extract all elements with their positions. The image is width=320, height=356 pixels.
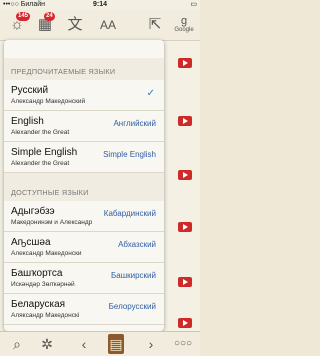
search-button[interactable]: ⌕ — [6, 334, 28, 354]
article-icon: ▤ — [109, 336, 123, 352]
article-title: Alexander the Great — [11, 160, 70, 167]
language-translation: Английский — [113, 119, 156, 128]
status-time: 9:14 — [92, 1, 107, 8]
google-g-icon: g — [180, 15, 188, 27]
language-name: Беларуская — [11, 299, 66, 310]
language-name: Башҡортса — [11, 268, 63, 279]
article-button[interactable]: ▤ — [108, 334, 124, 354]
language-translation: Кабардинский — [103, 209, 156, 218]
article-title: Аляксандр Македонскі — [11, 312, 80, 319]
section-title: ДОСТУПНЫЕ ЯЗЫКИ — [11, 188, 89, 197]
network-icon: ✲ — [41, 336, 53, 352]
more-icon: ○○○ — [173, 338, 193, 349]
language-button[interactable]: 文 — [64, 14, 86, 36]
youtube-icon[interactable] — [178, 277, 192, 287]
language-row[interactable]: Беларуская Аляксандр Македонскі Белорусс… — [4, 294, 164, 325]
language-row[interactable]: Simple English Alexander the Great Simpl… — [4, 142, 164, 173]
chevron-right-icon: › — [148, 336, 154, 352]
share-button[interactable]: ⇱ — [144, 14, 166, 36]
chevron-left-icon: ‹ — [81, 336, 87, 352]
notification-badge: 145 — [16, 12, 31, 21]
language-row[interactable]: Башҡортса Искәндәр Зөлҡәрнәй Башкирский — [4, 263, 164, 294]
font-size-button[interactable]: AA — [96, 14, 120, 36]
google-search-button[interactable]: g Google — [174, 16, 194, 34]
language-translation: Белорусский — [108, 302, 156, 311]
photos-badge: 24 — [44, 12, 55, 21]
battery-icon: ▭ — [190, 1, 197, 8]
search-icon: ⌕ — [13, 336, 21, 352]
article-title: Александр Македонски — [11, 250, 82, 257]
back-button[interactable]: ‹ — [73, 334, 95, 354]
language-name: Адыгэбзэ — [11, 206, 55, 217]
language-row[interactable]: English Alexander the Great Английский — [4, 111, 164, 142]
language-translation: Башкирский — [111, 271, 156, 280]
article-title: Македонинэм и Александр — [11, 219, 93, 226]
article-title: Alexander the Great — [11, 129, 70, 136]
google-label: Google — [174, 27, 194, 33]
article-title: Искәндәр Зөлҡәрнәй — [11, 281, 75, 288]
photos-button[interactable]: ▦ 24 — [34, 12, 56, 36]
top-toolbar: ☼ 145 ▦ 24 文 AA ⇱ g Google — [0, 10, 200, 41]
language-name: Русский — [11, 85, 49, 96]
language-translation: Simple English — [103, 150, 156, 159]
language-row[interactable]: Аҧсшәа Александр Македонски Абхазский — [4, 232, 164, 263]
status-bar: •••○○ Билайн 9:14 ▭ — [0, 0, 200, 10]
language-name: English — [11, 116, 44, 127]
font-size-label: AA — [99, 18, 116, 32]
checkmark-icon: ✓ — [146, 88, 155, 99]
youtube-icon[interactable] — [178, 170, 192, 180]
section-title: ПРЕДПОЧИТАЕМЫЕ ЯЗЫКИ — [11, 67, 116, 76]
language-popover: ПРЕДПОЧИТАЕМЫЕ ЯЗЫКИ Русский Александр М… — [4, 40, 164, 331]
language-row[interactable]: Русский Александр Македонский ✓ — [4, 80, 164, 111]
preferred-section-header: ПРЕДПОЧИТАЕМЫЕ ЯЗЫКИ — [4, 58, 164, 80]
article-title: Александр Македонский — [11, 98, 86, 105]
language-translation: Абхазский — [118, 240, 156, 249]
available-section-header: ДОСТУПНЫЕ ЯЗЫКИ — [4, 173, 164, 201]
youtube-icon[interactable] — [178, 318, 192, 328]
more-button[interactable]: ○○○ — [172, 334, 194, 354]
youtube-icon[interactable] — [178, 58, 192, 68]
language-name: Simple English — [11, 147, 78, 158]
share-icon: ⇱ — [148, 16, 162, 33]
youtube-icon[interactable] — [178, 222, 192, 232]
bottom-tabbar: ⌕ ✲ ‹ ▤ › ○○○ — [0, 331, 200, 356]
youtube-icon[interactable] — [178, 116, 192, 126]
language-row[interactable]: Адыгэбзэ Македонинэм и Александр Кабарди… — [4, 201, 164, 232]
forward-button[interactable]: › — [140, 334, 162, 354]
sun-settings-button[interactable]: ☼ 145 — [6, 12, 31, 36]
language-icon: 文 — [67, 16, 83, 33]
network-button[interactable]: ✲ — [36, 334, 58, 354]
language-name: Аҧсшәа — [11, 237, 51, 248]
